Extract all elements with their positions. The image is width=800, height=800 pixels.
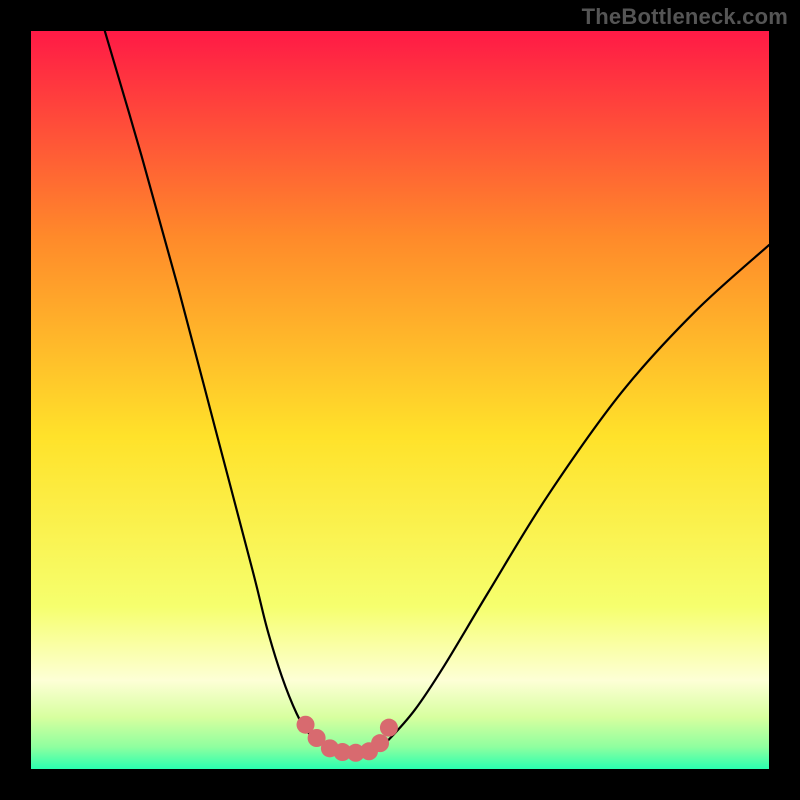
marker-dot <box>380 719 398 737</box>
gradient-bg <box>31 31 769 769</box>
chart-svg <box>31 31 769 769</box>
chart-stage: TheBottleneck.com <box>0 0 800 800</box>
marker-dot <box>371 734 389 752</box>
plot-area <box>31 31 769 769</box>
watermark-text: TheBottleneck.com <box>582 4 788 30</box>
